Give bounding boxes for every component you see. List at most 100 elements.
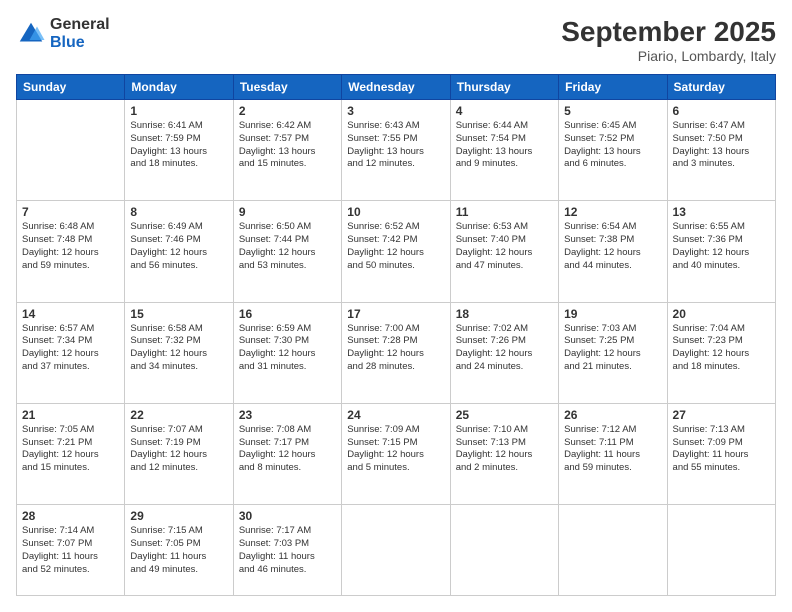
day-number: 15: [130, 307, 227, 321]
page-header: General Blue September 2025 Piario, Lomb…: [16, 16, 776, 64]
day-info: Sunrise: 7:13 AMSunset: 7:09 PMDaylight:…: [673, 424, 770, 475]
calendar-cell: 8 Sunrise: 6:49 AMSunset: 7:46 PMDaylight…: [125, 201, 233, 302]
day-number: 24: [347, 408, 444, 422]
calendar-row-5: 28Sunrise: 7:14 AMSunset: 7:07 PMDayligh…: [17, 505, 776, 596]
logo-text: General Blue: [50, 16, 110, 51]
day-info: Sunrise: 6:44 AMSunset: 7:54 PMDaylight:…: [456, 120, 553, 171]
calendar-row-1: 1Sunrise: 6:41 AMSunset: 7:59 PMDaylight…: [17, 100, 776, 201]
calendar-cell: 28Sunrise: 7:14 AMSunset: 7:07 PMDayligh…: [17, 505, 125, 596]
calendar-cell: 15 Sunrise: 6:58 AMSunset: 7:32 PMDayligh…: [125, 302, 233, 403]
calendar-cell: 6 Sunrise: 6:47 AMSunset: 7:50 PMDaylight…: [667, 100, 775, 201]
calendar-cell: 29 Sunrise: 7:15 AMSunset: 7:05 PMDayligh…: [125, 505, 233, 596]
calendar-cell: 18Sunrise: 7:02 AMSunset: 7:26 PMDayligh…: [450, 302, 558, 403]
calendar-cell: 22Sunrise: 7:07 AMSunset: 7:19 PMDayligh…: [125, 403, 233, 504]
day-info: Sunrise: 6:47 AMSunset: 7:50 PMDaylight:…: [673, 120, 770, 171]
day-info: Sunrise: 7:10 AMSunset: 7:13 PMDaylight:…: [456, 424, 553, 475]
calendar-cell: 10 Sunrise: 6:52 AMSunset: 7:42 PMDayligh…: [342, 201, 450, 302]
day-number: 21: [22, 408, 119, 422]
calendar-cell: 24Sunrise: 7:09 AMSunset: 7:15 PMDayligh…: [342, 403, 450, 504]
day-info: Sunrise: 6:53 AMSunset: 7:40 PMDaylight:…: [456, 221, 553, 272]
day-info: Sunrise: 6:48 AMSunset: 7:48 PMDaylight:…: [22, 221, 119, 272]
calendar-cell: 3 Sunrise: 6:43 AMSunset: 7:55 PMDaylight…: [342, 100, 450, 201]
weekday-header-sunday: Sunday: [17, 75, 125, 100]
day-info: Sunrise: 6:58 AMSunset: 7:32 PMDaylight:…: [130, 323, 227, 374]
day-number: 18: [456, 307, 553, 321]
logo-icon: [16, 19, 46, 49]
logo-blue: Blue: [50, 34, 110, 52]
calendar-cell: 7 Sunrise: 6:48 AMSunset: 7:48 PMDaylight…: [17, 201, 125, 302]
location: Piario, Lombardy, Italy: [561, 48, 776, 64]
day-number: 16: [239, 307, 336, 321]
day-info: Sunrise: 6:43 AMSunset: 7:55 PMDaylight:…: [347, 120, 444, 171]
day-info: Sunrise: 7:00 AMSunset: 7:28 PMDaylight:…: [347, 323, 444, 374]
day-info: Sunrise: 7:17 AMSunset: 7:03 PMDaylight:…: [239, 525, 336, 576]
day-number: 19: [564, 307, 661, 321]
day-number: 8: [130, 205, 227, 219]
day-number: 12: [564, 205, 661, 219]
calendar-cell: 26 Sunrise: 7:12 AMSunset: 7:11 PMDayligh…: [559, 403, 667, 504]
calendar-cell: 4 Sunrise: 6:44 AMSunset: 7:54 PMDaylight…: [450, 100, 558, 201]
calendar-cell: 11 Sunrise: 6:53 AMSunset: 7:40 PMDayligh…: [450, 201, 558, 302]
calendar-cell: 27Sunrise: 7:13 AMSunset: 7:09 PMDayligh…: [667, 403, 775, 504]
calendar-row-4: 21Sunrise: 7:05 AMSunset: 7:21 PMDayligh…: [17, 403, 776, 504]
calendar-cell: 17 Sunrise: 7:00 AMSunset: 7:28 PMDayligh…: [342, 302, 450, 403]
calendar-cell: 13 Sunrise: 6:55 AMSunset: 7:36 PMDayligh…: [667, 201, 775, 302]
day-info: Sunrise: 6:42 AMSunset: 7:57 PMDaylight:…: [239, 120, 336, 171]
day-number: 3: [347, 104, 444, 118]
day-number: 13: [673, 205, 770, 219]
day-info: Sunrise: 6:45 AMSunset: 7:52 PMDaylight:…: [564, 120, 661, 171]
day-info: Sunrise: 6:54 AMSunset: 7:38 PMDaylight:…: [564, 221, 661, 272]
calendar-cell: 19Sunrise: 7:03 AMSunset: 7:25 PMDayligh…: [559, 302, 667, 403]
calendar-cell: 30 Sunrise: 7:17 AMSunset: 7:03 PMDayligh…: [233, 505, 341, 596]
weekday-header-monday: Monday: [125, 75, 233, 100]
day-info: Sunrise: 7:12 AMSunset: 7:11 PMDaylight:…: [564, 424, 661, 475]
calendar-row-3: 14 Sunrise: 6:57 AMSunset: 7:34 PMDayligh…: [17, 302, 776, 403]
calendar-cell: 9Sunrise: 6:50 AMSunset: 7:44 PMDaylight…: [233, 201, 341, 302]
day-number: 30: [239, 509, 336, 523]
calendar-cell: [559, 505, 667, 596]
calendar-cell: 5 Sunrise: 6:45 AMSunset: 7:52 PMDaylight…: [559, 100, 667, 201]
day-info: Sunrise: 7:04 AMSunset: 7:23 PMDaylight:…: [673, 323, 770, 374]
day-info: Sunrise: 6:52 AMSunset: 7:42 PMDaylight:…: [347, 221, 444, 272]
day-number: 28: [22, 509, 119, 523]
day-info: Sunrise: 7:15 AMSunset: 7:05 PMDaylight:…: [130, 525, 227, 576]
day-info: Sunrise: 6:57 AMSunset: 7:34 PMDaylight:…: [22, 323, 119, 374]
calendar-cell: 23Sunrise: 7:08 AMSunset: 7:17 PMDayligh…: [233, 403, 341, 504]
calendar-cell: 2Sunrise: 6:42 AMSunset: 7:57 PMDaylight…: [233, 100, 341, 201]
calendar-cell: 14 Sunrise: 6:57 AMSunset: 7:34 PMDayligh…: [17, 302, 125, 403]
calendar-cell: [17, 100, 125, 201]
calendar-cell: [450, 505, 558, 596]
day-number: 4: [456, 104, 553, 118]
weekday-header-wednesday: Wednesday: [342, 75, 450, 100]
day-number: 14: [22, 307, 119, 321]
day-number: 23: [239, 408, 336, 422]
weekday-header-saturday: Saturday: [667, 75, 775, 100]
day-info: Sunrise: 6:59 AMSunset: 7:30 PMDaylight:…: [239, 323, 336, 374]
day-number: 17: [347, 307, 444, 321]
calendar-cell: 1Sunrise: 6:41 AMSunset: 7:59 PMDaylight…: [125, 100, 233, 201]
day-number: 22: [130, 408, 227, 422]
calendar-cell: 16 Sunrise: 6:59 AMSunset: 7:30 PMDayligh…: [233, 302, 341, 403]
day-info: Sunrise: 6:49 AMSunset: 7:46 PMDaylight:…: [130, 221, 227, 272]
calendar-cell: [342, 505, 450, 596]
day-number: 26: [564, 408, 661, 422]
day-number: 10: [347, 205, 444, 219]
day-number: 20: [673, 307, 770, 321]
calendar-row-2: 7 Sunrise: 6:48 AMSunset: 7:48 PMDaylight…: [17, 201, 776, 302]
calendar-cell: 20 Sunrise: 7:04 AMSunset: 7:23 PMDayligh…: [667, 302, 775, 403]
day-number: 11: [456, 205, 553, 219]
day-number: 7: [22, 205, 119, 219]
weekday-header-friday: Friday: [559, 75, 667, 100]
weekday-header-tuesday: Tuesday: [233, 75, 341, 100]
day-info: Sunrise: 6:55 AMSunset: 7:36 PMDaylight:…: [673, 221, 770, 272]
logo-general: General: [50, 16, 110, 34]
day-number: 5: [564, 104, 661, 118]
day-number: 29: [130, 509, 227, 523]
day-info: Sunrise: 6:50 AMSunset: 7:44 PMDaylight:…: [239, 221, 336, 272]
day-number: 6: [673, 104, 770, 118]
calendar-cell: 21Sunrise: 7:05 AMSunset: 7:21 PMDayligh…: [17, 403, 125, 504]
weekday-header-row: SundayMondayTuesdayWednesdayThursdayFrid…: [17, 75, 776, 100]
month-title: September 2025: [561, 16, 776, 48]
day-number: 1: [130, 104, 227, 118]
calendar-table: SundayMondayTuesdayWednesdayThursdayFrid…: [16, 74, 776, 596]
